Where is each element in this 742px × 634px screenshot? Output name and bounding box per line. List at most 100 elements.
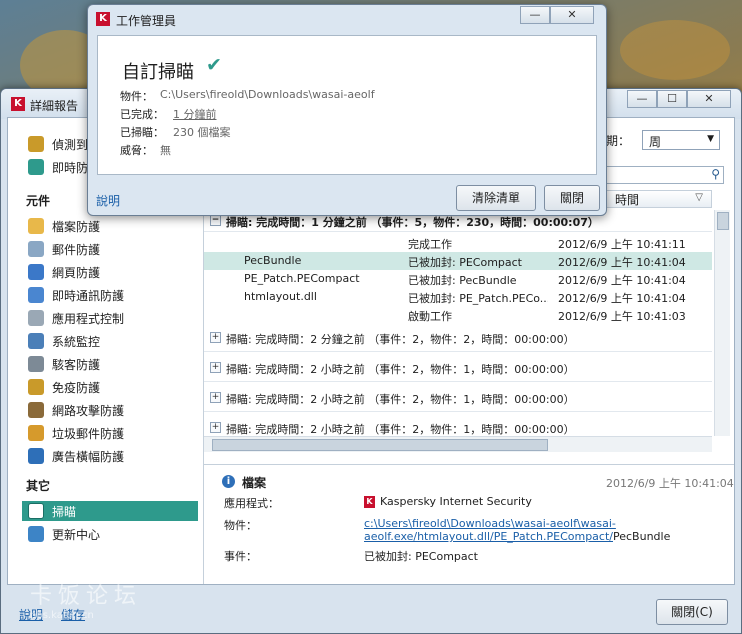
checkmark-icon: ✔ (206, 54, 222, 76)
maximize-button[interactable]: ☐ (657, 90, 687, 108)
event-object: htmlayout.dll (244, 290, 317, 303)
expand-icon[interactable]: + (210, 392, 221, 403)
event-row[interactable]: PecBundle 已被加封: PECompact 2012/6/9 上午 10:4… (204, 252, 712, 270)
event-time: 2012/6/9 上午 10:41:04 (558, 256, 686, 269)
event-description: 啟動工作 (408, 310, 452, 323)
completed-label: 已完成： (120, 108, 164, 121)
sidebar-item-banner[interactable]: 廣告橫幅防護 (28, 446, 200, 466)
collapsed-scan-group[interactable]: + 掃瞄: 完成時間：2 分鐘之前 （事件：2，物件：2，時間：00:00:00） (204, 324, 712, 352)
sidebar-item-funnel[interactable]: 應用程式控制 (28, 308, 200, 328)
threats-label: 威脅： (120, 144, 153, 157)
funnel-icon (28, 310, 44, 326)
collapsed-scan-group[interactable]: + 掃瞄: 完成時間：2 小時之前 （事件：2，物件：1，時間：00:00:00） (204, 384, 712, 412)
sidebar-item-label: 檔案防護 (52, 219, 101, 234)
event-row[interactable]: 完成工作 2012/6/9 上午 10:41:11 (204, 234, 712, 252)
completed-value-link[interactable]: 1 分鐘前 (173, 106, 217, 122)
collapsed-scan-group[interactable]: + 掃瞄: 完成時間：2 小時之前 （事件：2，物件：1，時間：00:00:00） (204, 354, 712, 382)
group-title: 掃瞄: 完成時間：2 小時之前 （事件：2，物件：1，時間：00:00:00） (226, 393, 575, 406)
event-description: 已被加封: PE_Patch.PECo... (408, 292, 548, 305)
close-report-button[interactable]: 關閉(C) (656, 599, 728, 625)
kaspersky-logo-icon: K (11, 97, 25, 111)
sidebar-item-chat[interactable]: 即時通訊防護 (28, 285, 200, 305)
event-object: PE_Patch.PECompact (244, 272, 360, 285)
threats-value: 無 (160, 144, 171, 157)
kaspersky-logo-icon: K (96, 12, 110, 26)
sidebar-item-monitor[interactable]: 系統監控 (28, 331, 200, 351)
sidebar-item-label: 掃瞄 (52, 504, 77, 519)
sidebar-item-label: 垃圾郵件防護 (52, 426, 125, 441)
close-window-button[interactable]: ✕ (687, 90, 731, 108)
event-description: 已被加封: PECompact (408, 256, 522, 269)
folder-icon (28, 218, 44, 234)
sidebar-item-globe[interactable]: 網頁防護 (28, 262, 200, 282)
monitor-icon (28, 333, 44, 349)
period-select[interactable]: 周 ▼ (642, 130, 720, 150)
vertical-scrollbar[interactable] (714, 210, 730, 436)
shield-icon (28, 159, 44, 175)
event-object: PecBundle (244, 254, 302, 267)
sidebar-item-mail[interactable]: 郵件防護 (28, 239, 200, 259)
event-time: 2012/6/9 上午 10:41:04 (558, 274, 686, 287)
banner-icon (28, 448, 44, 464)
dialog-help-link[interactable]: 說明 (96, 192, 120, 209)
event-row[interactable]: 啟動工作 2012/6/9 上午 10:41:03 (204, 306, 712, 324)
event-description: 已被加封: PecBundle (408, 274, 517, 287)
app-value: Kaspersky Internet Security (380, 495, 532, 508)
sidebar-item-scan[interactable]: 掃瞄 (22, 501, 198, 521)
dialog-title: 工作管理員 (116, 14, 177, 28)
sidebar-item-spam[interactable]: 垃圾郵件防護 (28, 423, 200, 443)
sidebar-item-label: 廣告橫幅防護 (52, 449, 125, 464)
time-column-header[interactable]: 時間 ▽ (606, 190, 712, 208)
hourglass-icon (28, 356, 44, 372)
collapse-icon[interactable]: − (210, 215, 221, 226)
horizontal-scrollbar[interactable] (204, 436, 712, 452)
task-heading: 自訂掃瞄 (122, 62, 194, 83)
sidebar-item-label: 網路攻擊防護 (52, 403, 125, 418)
shield-icon (28, 136, 44, 152)
details-timestamp: 2012/6/9 上午 10:41:04 (606, 477, 734, 490)
shield-icon (28, 379, 44, 395)
expand-icon[interactable]: + (210, 362, 221, 373)
mail-icon (28, 241, 44, 257)
sidebar-item-shield[interactable]: 免疫防護 (28, 377, 200, 397)
period-label: 期： (606, 134, 631, 148)
object-path-link[interactable]: c:\Users\fireold\Downloads\wasai-aeolf\w… (364, 517, 616, 530)
event-row[interactable]: PE_Patch.PECompact 已被加封: PecBundle 2012/6/… (204, 270, 712, 288)
task-manager-dialog: K 工作管理員 — ✕ 自訂掃瞄 ✔ 物件： C:\Users\fireold\… (87, 4, 607, 216)
chevron-down-icon: ▼ (707, 134, 714, 144)
dialog-close-action-button[interactable]: 關閉 (544, 185, 600, 211)
spam-icon (28, 425, 44, 441)
scanned-label: 已掃瞄： (120, 126, 164, 139)
clear-list-button[interactable]: 清除清單 (456, 185, 536, 211)
group-title: 掃瞄: 完成時間：1 分鐘之前 （事件：5，物件：230，時間：00:00:07… (226, 216, 599, 229)
sidebar-item-folder[interactable]: 檔案防護 (28, 216, 200, 236)
dialog-close-button[interactable]: ✕ (550, 6, 594, 24)
watermark-url: bbs.kafan.cn (30, 610, 94, 621)
dialog-minimize-button[interactable]: — (520, 6, 550, 24)
event-row[interactable]: htmlayout.dll 已被加封: PE_Patch.PECo... 2012/… (204, 288, 712, 306)
sidebar-item-hourglass[interactable]: 駭客防護 (28, 354, 200, 374)
sidebar-item-label: 系統監控 (52, 334, 101, 349)
object-value: C:\Users\fireold\Downloads\wasai-aeolf (160, 88, 375, 101)
update-icon (28, 526, 44, 542)
expand-icon[interactable]: + (210, 332, 221, 343)
expand-icon[interactable]: + (210, 422, 221, 433)
object-path-link-2[interactable]: aeolf.exe/htmlayout.dll/PE_Patch.PECompa… (364, 530, 613, 543)
hscroll-thumb[interactable] (212, 439, 548, 451)
event-time: 2012/6/9 上午 10:41:03 (558, 310, 686, 323)
details-panel: i 檔案 2012/6/9 上午 10:41:04 應用程式： K Kasper… (204, 464, 734, 584)
sidebar-item-label: 即時通訊防護 (52, 288, 125, 303)
sidebar-item-update[interactable]: 更新中心 (28, 524, 200, 544)
sidebar-item-network[interactable]: 網路攻擊防護 (28, 400, 200, 420)
object-label: 物件： (224, 519, 257, 532)
group-title: 掃瞄: 完成時間：2 小時之前 （事件：2，物件：1，時間：00:00:00） (226, 423, 575, 436)
minimize-button[interactable]: — (627, 90, 657, 108)
search-input[interactable]: ⚲ (606, 166, 724, 184)
scrollbar-thumb[interactable] (717, 212, 729, 230)
network-icon (28, 402, 44, 418)
sidebar-item-label: 網頁防護 (52, 265, 101, 280)
app-label: 應用程式： (224, 497, 279, 510)
event-description: 完成工作 (408, 238, 452, 251)
sort-icon: ▽ (695, 192, 703, 203)
group-title: 掃瞄: 完成時間：2 分鐘之前 （事件：2，物件：2，時間：00:00:00） (226, 333, 575, 346)
